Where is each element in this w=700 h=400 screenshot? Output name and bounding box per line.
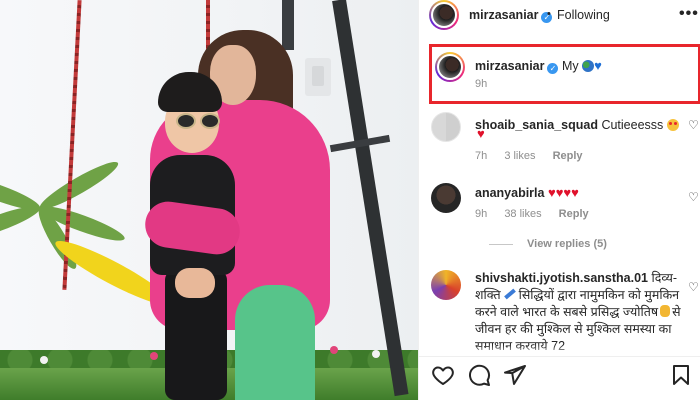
reply-button[interactable]: Reply <box>553 150 583 162</box>
comment-time: 7h <box>475 150 488 162</box>
comment-line: shoaib_sania_squad Cutieeesss <box>475 118 679 132</box>
starstruck-face-icon <box>666 119 679 131</box>
caption-highlight <box>429 44 700 104</box>
flower <box>150 352 158 360</box>
following-button[interactable]: Following <box>557 8 610 22</box>
red-heart-icon: ♥ <box>571 185 579 200</box>
like-comment-heart-icon[interactable]: ♡ <box>688 280 699 294</box>
commenter-avatar[interactable] <box>431 270 461 300</box>
flower <box>40 356 48 364</box>
red-heart-icon: ♥ <box>547 185 556 200</box>
comment-text: Cutieeesss <box>601 118 664 132</box>
separator-dot: • <box>547 8 551 20</box>
commenter-avatar[interactable] <box>431 112 461 142</box>
caption-time: 9h <box>475 78 488 90</box>
reply-button[interactable]: Reply <box>559 208 589 220</box>
comment-line: ananyabirla ♥♥♥♥ <box>475 185 579 200</box>
swing-frame <box>282 0 294 50</box>
red-heart-icon: ♥ <box>477 126 485 141</box>
flower <box>372 350 380 358</box>
bookmark-icon[interactable] <box>669 363 693 387</box>
comment-username[interactable]: ananyabirla <box>475 186 544 200</box>
woman-green-leggings <box>235 285 315 400</box>
comment-text: दिव्य- <box>651 271 678 285</box>
verified-badge-icon: ✓ <box>547 63 559 74</box>
boy-sunglasses <box>170 113 228 129</box>
comment-text-block: shivshakti.jyotish.sanstha.01 दिव्य- शक्… <box>475 270 687 355</box>
like-comment-heart-icon[interactable]: ♡ <box>688 118 699 132</box>
globe-icon <box>582 60 595 72</box>
comment-text: शक्ति <box>475 288 501 302</box>
like-comment-heart-icon[interactable]: ♡ <box>688 190 699 204</box>
red-heart-icon: ♥ <box>563 185 572 200</box>
comment-username[interactable]: shivshakti.jyotish.sanstha.01 <box>475 271 648 285</box>
caption-text: My <box>561 59 579 73</box>
action-bar <box>419 356 700 400</box>
blue-heart-icon: ♥ <box>594 58 602 73</box>
comment-time: 9h <box>475 208 488 220</box>
comment-likes[interactable]: 38 likes <box>504 208 541 220</box>
heart-outline-icon[interactable] <box>431 363 455 387</box>
share-icon[interactable] <box>503 363 527 387</box>
more-options-icon[interactable]: ••• <box>679 5 699 23</box>
comment-meta: 7h 3 likes Reply <box>475 150 597 162</box>
flower <box>330 346 338 354</box>
caption-line: mirzasaniar ✓ My ♥ <box>475 58 602 74</box>
hands <box>175 268 215 298</box>
comments-panel: mirzasaniar ✓ • Following ••• mirzasaniar… <box>418 0 700 400</box>
wall-lamp <box>305 58 331 96</box>
author-avatar[interactable] <box>429 0 459 30</box>
hand-icon <box>660 305 671 317</box>
commenter-avatar[interactable] <box>431 183 461 213</box>
caption-avatar[interactable] <box>435 52 465 82</box>
comment-icon[interactable] <box>467 363 491 387</box>
comment-username[interactable]: shoaib_sania_squad <box>475 118 598 132</box>
comment-text: सिद्धियों द्वारा नामुमकिन को मुमकिन करने… <box>475 288 680 319</box>
author-username[interactable]: mirzasaniar ✓ <box>469 8 553 23</box>
view-replies-button[interactable]: View replies (5) <box>489 238 607 250</box>
comment-likes[interactable]: 3 likes <box>504 150 535 162</box>
comment-meta: 9h 38 likes Reply <box>475 208 603 220</box>
post-photo[interactable] <box>0 0 418 400</box>
crystal-wand-icon <box>503 288 516 300</box>
caption-username[interactable]: mirzasaniar <box>475 59 544 73</box>
